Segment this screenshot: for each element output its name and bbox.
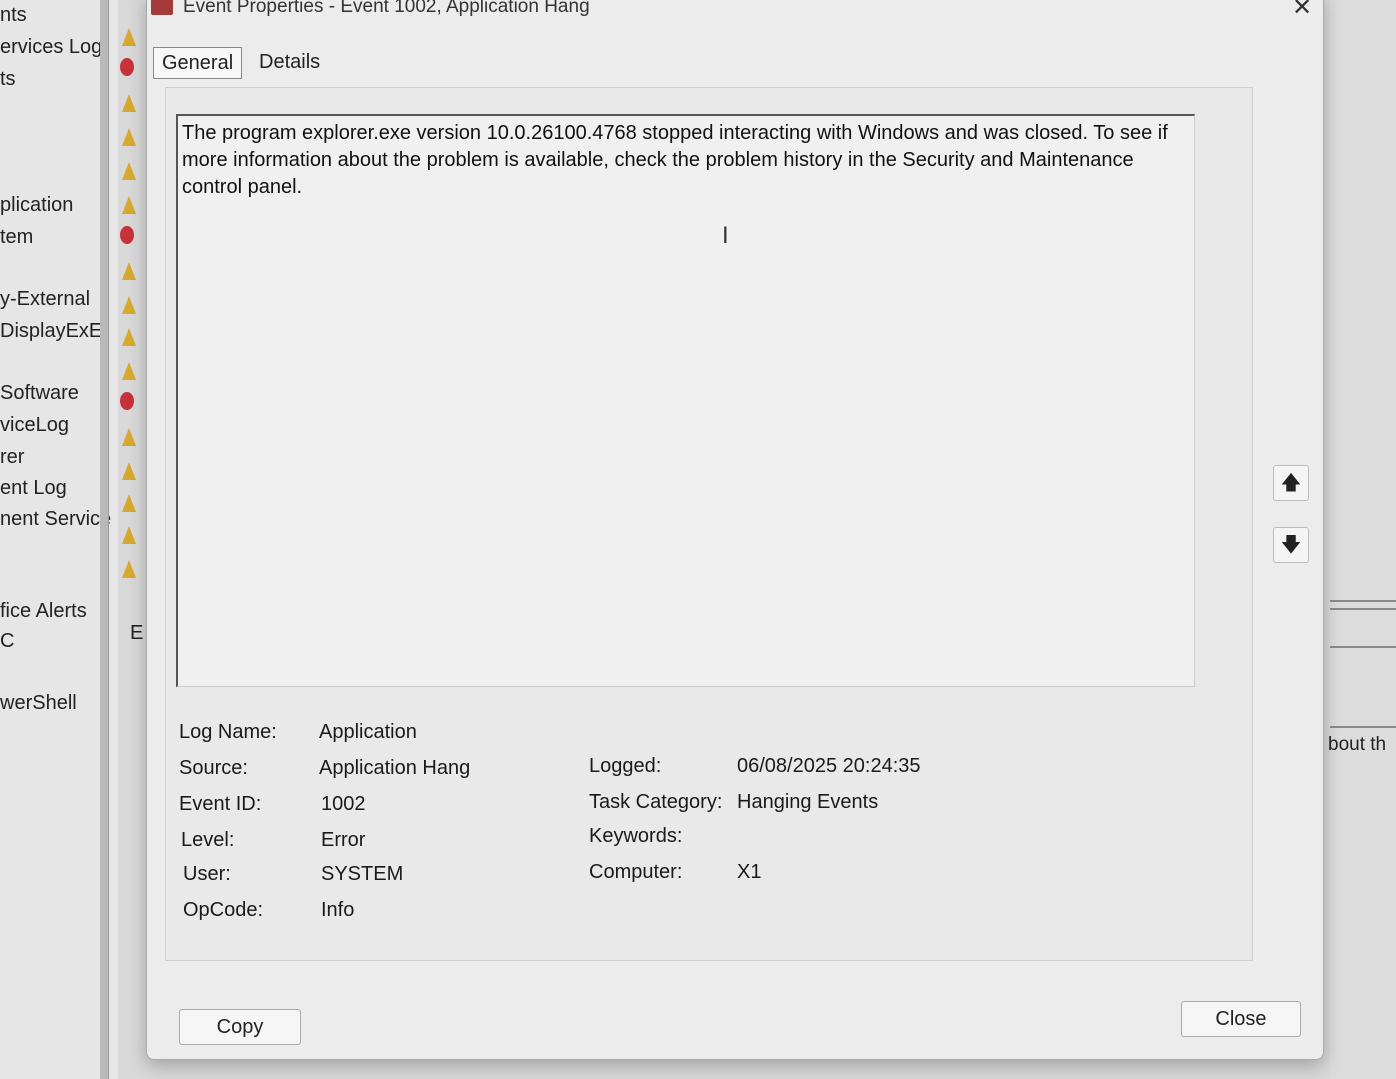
dialog-title: Event Properties - Event 1002, Applicati…	[183, 0, 590, 17]
column-header-fragment: E	[130, 622, 144, 644]
log-name-label: Log Name:	[179, 721, 277, 743]
event-properties: Log Name: Application Source: Applicatio…	[179, 711, 1179, 931]
title-bar[interactable]: Event Properties - Event 1002, Applicati…	[147, 0, 1323, 27]
tree-item[interactable]: rer	[0, 446, 24, 469]
text-cursor-icon: I	[722, 222, 729, 249]
arrow-down-icon: 🡇	[1280, 534, 1302, 556]
warning-icon	[122, 494, 136, 512]
warning-icon	[122, 362, 136, 380]
user-label: User:	[183, 863, 231, 885]
tree-item[interactable]: fice Alerts	[0, 600, 87, 623]
tree-item[interactable]: Software	[0, 382, 79, 405]
source-label: Source:	[179, 757, 248, 779]
error-icon	[120, 392, 134, 410]
tree-item[interactable]: tem	[0, 226, 33, 249]
warning-icon	[122, 28, 136, 46]
level-label: Level:	[181, 829, 235, 851]
computer-label: Computer:	[589, 861, 683, 883]
source-value: Application Hang	[319, 757, 471, 779]
keywords-label: Keywords:	[589, 825, 683, 847]
warning-icon	[122, 128, 136, 146]
previous-event-button[interactable]: 🡅	[1273, 465, 1309, 501]
opcode-label: OpCode:	[183, 899, 264, 921]
event-description: The program explorer.exe version 10.0.26…	[182, 122, 1168, 198]
close-icon[interactable]: ✕	[1289, 0, 1315, 21]
logged-label: Logged:	[589, 755, 662, 777]
event-level-icons	[112, 0, 144, 600]
warning-icon	[122, 560, 136, 578]
warning-icon	[122, 328, 136, 346]
warning-icon	[122, 196, 136, 214]
event-id-value: 1002	[321, 793, 366, 815]
background-right-pane	[1330, 0, 1396, 1079]
user-value: SYSTEM	[321, 863, 404, 885]
warning-icon	[122, 526, 136, 544]
computer-value: X1	[737, 861, 762, 883]
close-button[interactable]: Close	[1181, 1001, 1301, 1037]
event-description-box[interactable]: The program explorer.exe version 10.0.26…	[176, 114, 1195, 687]
tree-item[interactable]: nent Service	[0, 508, 111, 531]
tree-item[interactable]: y-External	[0, 288, 90, 311]
task-category-value: Hanging Events	[737, 791, 879, 813]
warning-icon	[122, 428, 136, 446]
warning-icon	[122, 462, 136, 480]
tree-item[interactable]: DisplayExE	[0, 320, 102, 343]
warning-icon	[122, 296, 136, 314]
warning-icon	[122, 262, 136, 280]
event-properties-dialog: Event Properties - Event 1002, Applicati…	[146, 0, 1324, 1060]
pane-splitter[interactable]	[100, 0, 109, 1079]
event-viewer-icon	[151, 0, 173, 15]
tree-item[interactable]: viceLog	[0, 414, 69, 437]
tree-item[interactable]: nts	[0, 4, 27, 27]
next-event-button[interactable]: 🡇	[1273, 527, 1309, 563]
task-category-label: Task Category:	[589, 791, 723, 813]
copy-button[interactable]: Copy	[179, 1009, 301, 1045]
tab-general[interactable]: General	[153, 47, 243, 79]
tree-item[interactable]: ts	[0, 68, 16, 91]
warning-icon	[122, 94, 136, 112]
background-text-fragment: bout th	[1328, 734, 1387, 755]
logged-value: 06/08/2025 20:24:35	[737, 755, 921, 777]
log-name-value: Application	[319, 721, 417, 743]
tree-item[interactable]: ervices Log	[0, 36, 102, 59]
error-icon	[120, 226, 134, 244]
tree-item[interactable]: werShell	[0, 692, 77, 715]
level-value: Error	[321, 829, 366, 851]
tree-item[interactable]: plication	[0, 194, 73, 217]
tree-item[interactable]: ent Log	[0, 477, 67, 500]
opcode-value: Info	[321, 899, 355, 921]
warning-icon	[122, 162, 136, 180]
error-icon	[120, 58, 134, 76]
tab-details[interactable]: Details	[251, 47, 328, 77]
tree-item[interactable]: C	[0, 630, 14, 653]
event-id-label: Event ID:	[179, 793, 262, 815]
arrow-up-icon: 🡅	[1280, 472, 1302, 494]
